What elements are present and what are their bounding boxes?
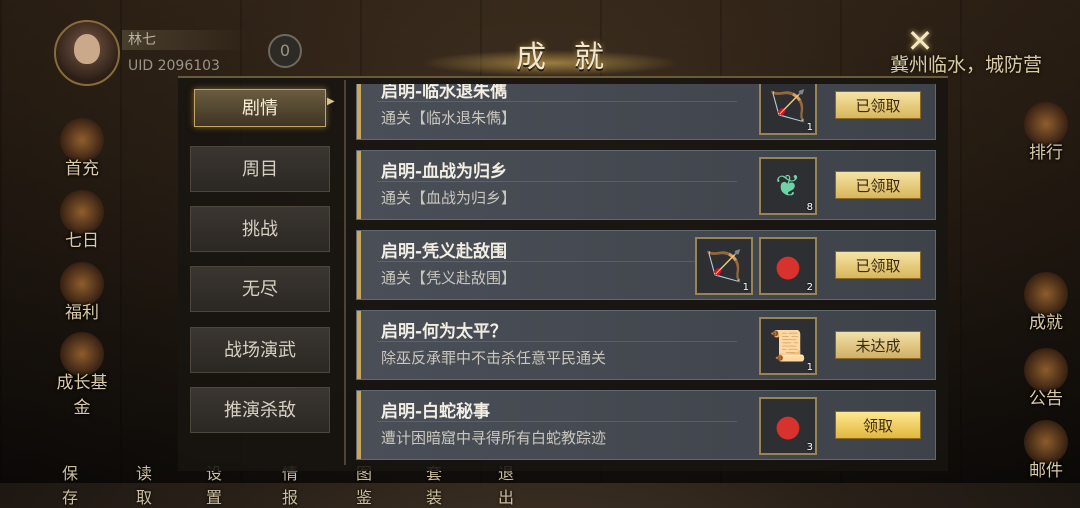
menu-welfare[interactable]: 福利 bbox=[50, 262, 114, 326]
menu-label: 公告 bbox=[1029, 389, 1063, 409]
list-item: 启明-血战为归乡 通关【血战为归乡】 ❦ 8 已领取 bbox=[356, 150, 936, 220]
divider bbox=[377, 341, 737, 342]
achievement-title: 启明-白蛇秘事 bbox=[381, 402, 491, 422]
tab-challenge[interactable]: 挑战 bbox=[190, 206, 330, 252]
divider bbox=[377, 421, 737, 422]
tab-divider bbox=[344, 80, 346, 465]
bottom-load[interactable]: 读取 bbox=[136, 460, 152, 508]
tab-cycle[interactable]: 周目 bbox=[190, 146, 330, 192]
achievement-title: 启明-凭义赴敌围 bbox=[381, 242, 508, 262]
menu-ranking[interactable]: 排行 bbox=[1014, 102, 1078, 166]
reward-qty: 1 bbox=[806, 362, 813, 373]
list-item: 启明-何为太平？ 除巫反承罪中不击杀任意平民通关 📜 1 未达成 bbox=[356, 310, 936, 380]
list-item: 启明-凭义赴敌围 通关【凭义赴敌围】 🏹 1 ● 2 已领取 bbox=[356, 230, 936, 300]
menu-label: 成就 bbox=[1029, 313, 1063, 333]
coin-icon[interactable]: 0 bbox=[268, 34, 302, 68]
claimed-button[interactable]: 已领取 bbox=[835, 251, 921, 279]
menu-label: 邮件 bbox=[1029, 461, 1063, 481]
not-reached-button[interactable]: 未达成 bbox=[835, 331, 921, 359]
player-uid: UID 2096103 bbox=[128, 58, 220, 74]
menu-label: 福利 bbox=[65, 303, 99, 323]
menu-growth-fund[interactable]: 成长基金 bbox=[50, 332, 114, 418]
tab-story[interactable]: 剧情 bbox=[194, 89, 326, 127]
achievement-desc: 通关【凭义赴敌围】 bbox=[381, 269, 517, 287]
menu-achievement[interactable]: 成就 bbox=[1014, 272, 1078, 336]
reward-item[interactable]: 🏹 1 bbox=[759, 84, 817, 135]
player-name: 林七 bbox=[122, 30, 248, 50]
menu-label: 七日 bbox=[65, 231, 99, 251]
close-icon[interactable]: ✕ bbox=[904, 25, 936, 57]
divider bbox=[377, 261, 737, 262]
bottom-save[interactable]: 保存 bbox=[62, 460, 78, 508]
achievement-desc: 遭计困暗窟中寻得所有白蛇教踪迹 bbox=[381, 429, 607, 447]
achievement-title: 启明-血战为归乡 bbox=[381, 162, 508, 182]
tab-battlefield[interactable]: 战场演武 bbox=[190, 327, 330, 373]
menu-first-recharge[interactable]: 首充 bbox=[50, 118, 114, 182]
reward-item[interactable]: ● 3 bbox=[759, 397, 817, 455]
reward-qty: 1 bbox=[806, 122, 813, 133]
menu-announcement[interactable]: 公告 bbox=[1014, 348, 1078, 412]
reward-item[interactable]: ● 2 bbox=[759, 237, 817, 295]
reward-qty: 8 bbox=[806, 202, 813, 213]
reward-item[interactable]: 📜 1 bbox=[759, 317, 817, 375]
reward-item[interactable]: ❦ 8 bbox=[759, 157, 817, 215]
menu-label: 排行 bbox=[1029, 143, 1063, 163]
achievement-desc: 除巫反承罪中不击杀任意平民通关 bbox=[381, 349, 607, 367]
reward-qty: 1 bbox=[742, 282, 749, 293]
tab-arrow-icon: ▶ bbox=[327, 96, 335, 107]
page-title: 成就 bbox=[516, 40, 632, 75]
claim-button[interactable]: 领取 bbox=[835, 411, 921, 439]
achievement-desc: 通关【血战为归乡】 bbox=[381, 189, 517, 207]
list-item: 启明-临水退朱儁 通关【临水退朱儁】 🏹 1 已领取 bbox=[356, 84, 936, 140]
menu-label: 首充 bbox=[65, 159, 99, 179]
tab-endless[interactable]: 无尽 bbox=[190, 266, 330, 312]
claimed-button[interactable]: 已领取 bbox=[835, 91, 921, 119]
tab-simulation[interactable]: 推演杀敌 bbox=[190, 387, 330, 433]
reward-qty: 2 bbox=[806, 282, 813, 293]
divider bbox=[377, 101, 737, 102]
menu-seven-day[interactable]: 七日 bbox=[50, 190, 114, 254]
achievement-list[interactable]: 启明-临水退朱儁 通关【临水退朱儁】 🏹 1 已领取 启明-血战为归乡 通关【血… bbox=[356, 84, 938, 462]
achievement-title: 启明-临水退朱儁 bbox=[381, 84, 508, 102]
menu-mail[interactable]: 邮件 bbox=[1014, 420, 1078, 484]
reward-qty: 3 bbox=[806, 442, 813, 453]
achievement-desc: 通关【临水退朱儁】 bbox=[381, 109, 517, 127]
divider bbox=[377, 181, 737, 182]
list-item: 启明-白蛇秘事 遭计困暗窟中寻得所有白蛇教踪迹 ● 3 领取 bbox=[356, 390, 936, 460]
avatar[interactable] bbox=[54, 20, 120, 86]
reward-item[interactable]: 🏹 1 bbox=[695, 237, 753, 295]
avatar-face bbox=[74, 34, 100, 64]
achievement-title: 启明-何为太平？ bbox=[381, 322, 508, 342]
claimed-button[interactable]: 已领取 bbox=[835, 171, 921, 199]
menu-label: 成长基金 bbox=[56, 373, 108, 418]
